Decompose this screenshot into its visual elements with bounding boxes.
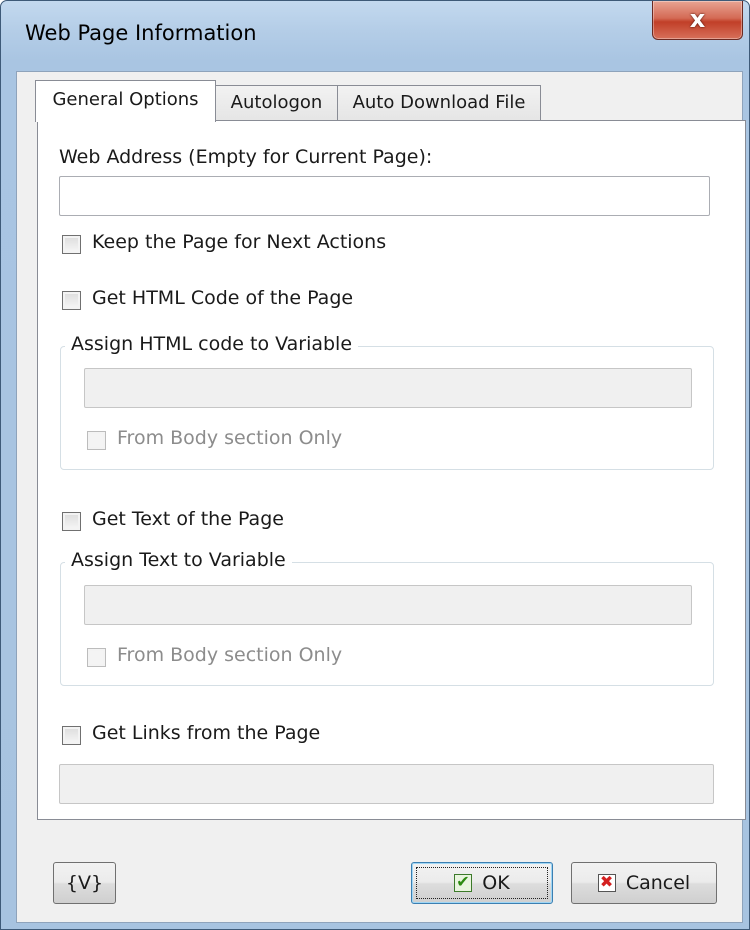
window-title: Web Page Information: [25, 21, 257, 45]
tab-panel-general-options: Web Address (Empty for Current Page): Ke…: [37, 120, 746, 820]
text-group-title: Assign Text to Variable: [65, 549, 292, 571]
html-from-body-checkbox[interactable]: [87, 431, 106, 450]
html-variable-group: Assign HTML code to Variable From Body s…: [60, 333, 714, 470]
cancel-button-label: Cancel: [625, 872, 691, 894]
get-html-checkbox[interactable]: [62, 291, 81, 310]
close-button[interactable]: x: [652, 1, 743, 40]
html-from-body-label[interactable]: From Body section Only: [117, 427, 342, 449]
text-variable-group: Assign Text to Variable From Body sectio…: [60, 549, 714, 686]
x-icon: [597, 872, 616, 892]
text-variable-input[interactable]: [84, 585, 692, 625]
title-bar[interactable]: Web Page Information x: [1, 1, 749, 71]
ok-button[interactable]: OK: [411, 862, 553, 904]
dialog-client-area: General Options Autologon Auto Download …: [16, 71, 746, 923]
variables-button-label: {V}: [65, 872, 104, 894]
text-from-body-checkbox[interactable]: [87, 648, 106, 667]
html-variable-input[interactable]: [84, 368, 692, 408]
get-text-checkbox[interactable]: [62, 512, 81, 531]
focus-rectangle: [416, 867, 548, 899]
close-icon: x: [689, 5, 706, 33]
html-group-title: Assign HTML code to Variable: [65, 333, 359, 355]
tab-auto-download-file[interactable]: Auto Download File: [337, 85, 541, 121]
links-variable-input[interactable]: [59, 764, 714, 804]
get-html-label[interactable]: Get HTML Code of the Page: [92, 287, 353, 309]
checkmark-icon: [454, 872, 473, 892]
keep-page-checkbox[interactable]: [62, 235, 81, 254]
tab-label: General Options: [52, 89, 199, 110]
get-text-label[interactable]: Get Text of the Page: [92, 508, 284, 530]
tab-label: Auto Download File: [352, 92, 526, 113]
get-links-label[interactable]: Get Links from the Page: [92, 722, 320, 744]
variables-button[interactable]: {V}: [53, 862, 116, 904]
tab-general-options[interactable]: General Options: [35, 80, 216, 122]
text-from-body-label[interactable]: From Body section Only: [117, 644, 342, 666]
web-address-label: Web Address (Empty for Current Page):: [59, 146, 433, 168]
cancel-button[interactable]: Cancel: [571, 862, 717, 904]
keep-page-label[interactable]: Keep the Page for Next Actions: [92, 231, 386, 253]
dialog-window: Web Page Information x General Options A…: [0, 0, 750, 930]
web-address-input[interactable]: [59, 176, 710, 216]
tab-label: Autologon: [230, 92, 323, 113]
tab-autologon[interactable]: Autologon: [215, 85, 338, 121]
get-links-checkbox[interactable]: [62, 726, 81, 745]
